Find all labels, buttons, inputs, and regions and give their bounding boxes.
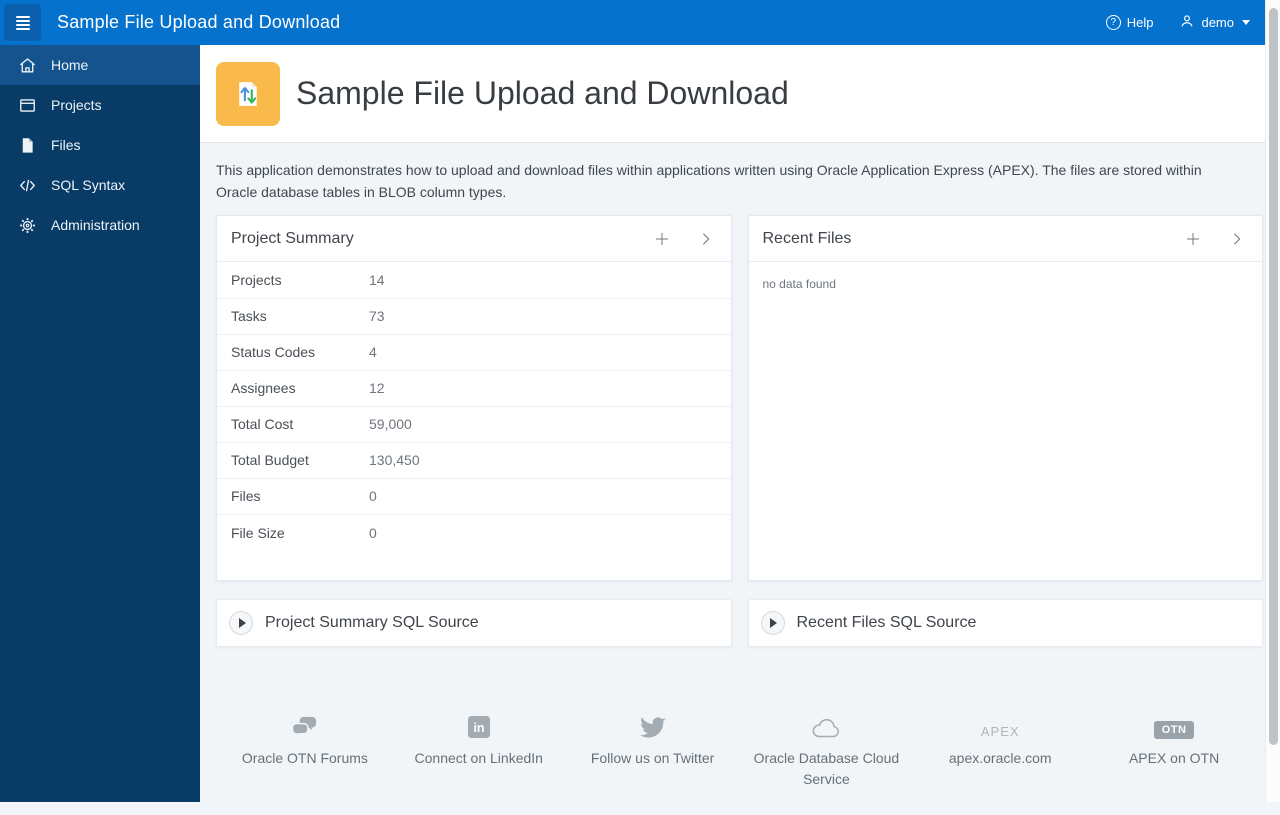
app-title: Sample File Upload and Download [57, 12, 340, 33]
play-expand-icon[interactable] [229, 611, 253, 635]
user-menu-button[interactable]: demo [1179, 13, 1250, 32]
table-row: Projects14 [217, 262, 731, 298]
row-label: File Size [217, 514, 369, 550]
otn-badge-icon: OTN [1154, 713, 1195, 739]
table-row: Tasks73 [217, 298, 731, 334]
caret-down-icon [1242, 20, 1250, 25]
linkedin-icon: in [467, 713, 491, 739]
files-icon [17, 135, 37, 155]
sidebar-item-label: Projects [51, 97, 102, 113]
footer-link-db-cloud[interactable]: Oracle Database Cloud Service [739, 713, 913, 789]
row-label: Assignees [217, 370, 369, 406]
recent-files-header: Recent Files [749, 216, 1263, 262]
region-title: Project Summary [231, 230, 354, 248]
play-expand-icon[interactable] [761, 611, 785, 635]
table-row: File Size0 [217, 514, 731, 550]
sidebar-item-label: Home [51, 57, 88, 73]
row-label: Total Budget [217, 442, 369, 478]
footer-links: Oracle OTN Forums in Connect on LinkedIn [216, 713, 1263, 815]
hamburger-menu-icon [16, 16, 30, 30]
recent-files-sql-source-expander[interactable]: Recent Files SQL Source [748, 599, 1264, 647]
person-icon [1179, 13, 1195, 32]
table-row: Status Codes4 [217, 334, 731, 370]
footer-link-label: apex.oracle.com [949, 748, 1052, 768]
footer-link-label: Oracle Database Cloud Service [749, 748, 903, 789]
footer-link-apex-on-otn[interactable]: OTN APEX on OTN [1087, 713, 1261, 789]
row-label: Files [217, 478, 369, 514]
svg-text:in: in [473, 721, 484, 735]
footer-link-apex-oracle-com[interactable]: APEX apex.oracle.com [913, 713, 1087, 789]
table-row: Total Budget130,450 [217, 442, 731, 478]
add-icon[interactable] [651, 228, 673, 250]
add-icon[interactable] [1182, 228, 1204, 250]
row-value: 130,450 [369, 442, 731, 478]
row-value: 14 [369, 262, 731, 298]
row-label: Total Cost [217, 406, 369, 442]
row-value: 0 [369, 514, 731, 550]
scrollbar-thumb[interactable] [1269, 8, 1278, 745]
help-button[interactable]: ? Help [1106, 15, 1154, 30]
project-summary-sql-source-expander[interactable]: Project Summary SQL Source [216, 599, 732, 647]
row-label: Status Codes [217, 334, 369, 370]
recent-files-region: Recent Files no data found [748, 215, 1264, 581]
vertical-scrollbar[interactable] [1265, 0, 1280, 802]
row-label: Projects [217, 262, 369, 298]
page-description: This application demonstrates how to upl… [216, 160, 1226, 203]
footer-link-linkedin[interactable]: in Connect on LinkedIn [392, 713, 566, 789]
sidebar-item-files[interactable]: Files [0, 125, 200, 165]
footer-link-label: Connect on LinkedIn [415, 748, 543, 768]
footer-link-otn-forums[interactable]: Oracle OTN Forums [218, 713, 392, 789]
administration-gear-icon [17, 215, 37, 235]
sidebar-item-sql-syntax[interactable]: SQL Syntax [0, 165, 200, 205]
row-label: Tasks [217, 298, 369, 334]
table-row: Assignees12 [217, 370, 731, 406]
open-region-icon[interactable] [1226, 228, 1248, 250]
page-header: Sample File Upload and Download [200, 45, 1280, 143]
home-icon [17, 55, 37, 75]
sql-syntax-icon [17, 175, 37, 195]
footer-link-label: Oracle OTN Forums [242, 748, 368, 768]
row-value: 59,000 [369, 406, 731, 442]
sidebar-item-label: Administration [51, 217, 140, 233]
sidebar-item-projects[interactable]: Projects [0, 85, 200, 125]
project-summary-header: Project Summary [217, 216, 731, 262]
table-row: Files0 [217, 478, 731, 514]
project-summary-region: Project Summary Projects14 Tasks73 [216, 215, 732, 581]
expander-label: Project Summary SQL Source [265, 614, 479, 632]
sidebar-item-label: SQL Syntax [51, 177, 125, 193]
sidebar-item-administration[interactable]: Administration [0, 205, 200, 245]
twitter-bird-icon [640, 713, 666, 739]
apex-text-icon: APEX [981, 713, 1020, 739]
user-name: demo [1201, 15, 1234, 30]
main-content: Sample File Upload and Download This app… [200, 45, 1280, 815]
row-value: 73 [369, 298, 731, 334]
open-region-icon[interactable] [695, 228, 717, 250]
cloud-icon [811, 713, 841, 739]
footer-link-label: Follow us on Twitter [591, 748, 714, 768]
table-row: Total Cost59,000 [217, 406, 731, 442]
hamburger-menu-button[interactable] [4, 4, 41, 41]
project-summary-table: Projects14 Tasks73 Status Codes4 Assigne… [217, 262, 731, 550]
footer-link-label: APEX on OTN [1129, 748, 1219, 768]
app-header: Sample File Upload and Download ? Help d… [0, 0, 1280, 45]
page-title: Sample File Upload and Download [296, 75, 789, 112]
sidebar-nav: Home Projects Files SQL Syntax [0, 45, 200, 802]
sidebar-item-label: Files [51, 137, 81, 153]
expander-label: Recent Files SQL Source [797, 614, 977, 632]
projects-icon [17, 95, 37, 115]
row-value: 12 [369, 370, 731, 406]
file-upload-download-icon [216, 62, 280, 126]
row-value: 0 [369, 478, 731, 514]
forums-chat-icon [291, 713, 318, 739]
region-title: Recent Files [763, 230, 852, 248]
sidebar-item-home[interactable]: Home [0, 45, 200, 85]
help-circle-icon: ? [1106, 15, 1121, 30]
no-data-message: no data found [749, 262, 1263, 306]
help-label: Help [1127, 15, 1154, 30]
footer-link-twitter[interactable]: Follow us on Twitter [566, 713, 740, 789]
row-value: 4 [369, 334, 731, 370]
